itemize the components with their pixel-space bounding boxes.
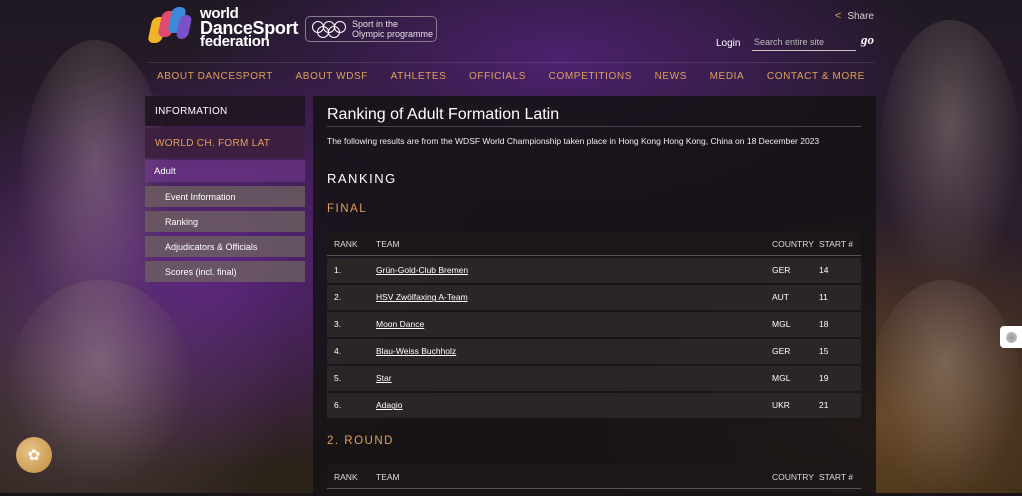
olympic-badge[interactable]: Sport in the Olympic programme — [305, 16, 437, 42]
nav-about-dancesport[interactable]: ABOUT DANCESPORT — [147, 71, 283, 82]
col-country: COUNTRY — [772, 471, 814, 482]
nav-competitions[interactable]: COMPETITIONS — [539, 71, 642, 82]
accessibility-widget-button[interactable] — [1000, 326, 1022, 348]
search-input[interactable] — [752, 34, 860, 50]
round-2-heading: 2. ROUND — [327, 435, 394, 447]
col-team: TEAM — [376, 471, 400, 482]
nav-about-wdsf[interactable]: ABOUT WDSF — [286, 71, 378, 82]
cell-start: 14 — [819, 265, 829, 276]
olympic-line-2: Olympic programme — [352, 29, 434, 39]
col-start: START # — [819, 471, 854, 482]
col-team: TEAM — [376, 238, 400, 249]
round-2-table: RANK TEAM COUNTRY START # — [327, 465, 861, 489]
cell-country: MGL — [772, 319, 791, 330]
sidebar-item-adjudicators-officials[interactable]: Adjudicators & Officials — [145, 236, 305, 257]
cell-country: MGL — [772, 373, 791, 384]
cell-rank: 4. — [334, 346, 342, 357]
nav-officials[interactable]: OFFICIALS — [459, 71, 536, 82]
team-link[interactable]: Star — [376, 373, 392, 383]
cell-country: GER — [772, 346, 791, 357]
team-link[interactable]: Blau-Weiss Buchholz — [376, 346, 456, 356]
intro-text: The following results are from the WDSF … — [327, 136, 820, 146]
olympic-line-1: Sport in the — [352, 19, 399, 29]
dancer-photo-right — [880, 20, 1020, 280]
table-row: 1. Grün-Gold-Club Bremen GER 14 — [327, 257, 861, 283]
dancer-photo-bottom-right — [870, 280, 1020, 490]
cell-start: 15 — [819, 346, 829, 357]
team-link[interactable]: Grün-Gold-Club Bremen — [376, 265, 468, 275]
table-row: 5. Star MGL 19 — [327, 365, 861, 391]
ranking-heading: RANKING — [327, 171, 397, 186]
team-link[interactable]: Adagio — [376, 400, 402, 410]
table-row: 3. Moon Dance MGL 18 — [327, 311, 861, 337]
cell-rank: 2. — [334, 292, 342, 303]
cookie-settings-icon[interactable]: ✿ — [16, 437, 52, 473]
sidebar-item-information[interactable]: INFORMATION — [145, 96, 305, 126]
team-link[interactable]: Moon Dance — [376, 319, 424, 329]
table-row: 6. Adagio UKR 21 — [327, 392, 861, 418]
cell-country: AUT — [772, 292, 789, 303]
cell-start: 21 — [819, 400, 829, 411]
cell-rank: 6. — [334, 400, 342, 411]
table-row: 2. HSV Zwölfaxing A-Team AUT 11 — [327, 284, 861, 310]
title-divider — [327, 126, 861, 127]
final-heading: FINAL — [327, 203, 368, 215]
cell-rank: 3. — [334, 319, 342, 330]
cell-country: UKR — [772, 400, 790, 411]
table-header: RANK TEAM COUNTRY START # — [327, 465, 861, 489]
table-row: 4. Blau-Weiss Buchholz GER 15 — [327, 338, 861, 364]
col-start: START # — [819, 238, 854, 249]
col-country: COUNTRY — [772, 238, 814, 249]
sidebar-item-adult[interactable]: Adult — [145, 160, 305, 182]
sidebar-item-scores[interactable]: Scores (incl. final) — [145, 261, 305, 282]
cell-rank: 5. — [334, 373, 342, 384]
search-field-wrap — [752, 32, 860, 51]
main-nav: ABOUT DANCESPORT ABOUT WDSF ATHLETES OFF… — [147, 62, 875, 90]
nav-contact-more[interactable]: CONTACT & MORE — [757, 71, 875, 82]
col-rank: RANK — [334, 471, 358, 482]
main-content: Ranking of Adult Formation Latin The fol… — [313, 96, 876, 496]
share-label: Share — [847, 10, 874, 22]
nav-media[interactable]: MEDIA — [700, 71, 755, 82]
nav-news[interactable]: NEWS — [645, 71, 697, 82]
share-icon: < — [834, 10, 842, 22]
col-rank: RANK — [334, 238, 358, 249]
sidebar-item-world-ch-form-lat[interactable]: WORLD CH. FORM LAT — [145, 128, 305, 158]
nav-athletes[interactable]: ATHLETES — [381, 71, 457, 82]
share-button[interactable]: < Share — [835, 10, 874, 22]
final-table: RANK TEAM COUNTRY START # 1. Grün-Gold-C… — [327, 232, 861, 418]
sidebar-item-event-information[interactable]: Event Information — [145, 186, 305, 207]
cell-rank: 1. — [334, 265, 342, 276]
cell-start: 11 — [819, 292, 828, 303]
sidebar: INFORMATION WORLD CH. FORM LAT Adult Eve… — [145, 96, 305, 282]
login-link[interactable]: Login — [716, 38, 740, 49]
widget-icon — [1005, 331, 1017, 343]
page-title: Ranking of Adult Formation Latin — [327, 106, 560, 123]
olympic-rings-icon — [312, 21, 346, 38]
sidebar-item-ranking[interactable]: Ranking — [145, 211, 305, 232]
go-button[interactable]: go — [861, 32, 874, 48]
logo-mark-icon — [147, 7, 194, 49]
table-header: RANK TEAM COUNTRY START # — [327, 232, 861, 256]
cell-start: 18 — [819, 319, 829, 330]
cell-start: 19 — [819, 373, 829, 384]
cell-country: GER — [772, 265, 791, 276]
team-link[interactable]: HSV Zwölfaxing A-Team — [376, 292, 468, 302]
wdsf-logo[interactable]: world DanceSport federation — [147, 6, 298, 49]
